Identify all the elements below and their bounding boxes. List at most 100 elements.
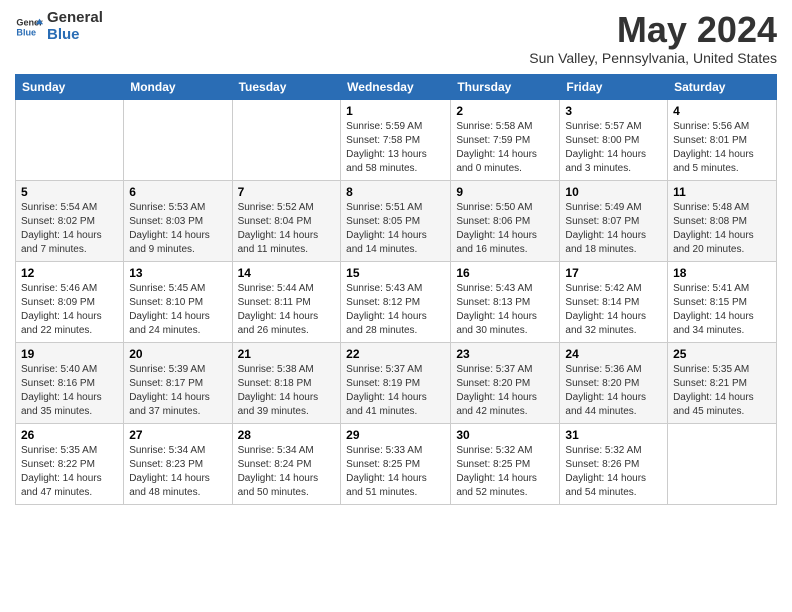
week-row-5: 26 Sunrise: 5:35 AMSunset: 8:22 PMDayligh… [16,423,777,504]
day-cell: 26 Sunrise: 5:35 AMSunset: 8:22 PMDayligh… [16,423,124,504]
weekday-header-tuesday: Tuesday [232,74,341,99]
weekday-header-friday: Friday [560,74,668,99]
weekday-header-wednesday: Wednesday [341,74,451,99]
day-cell: 21 Sunrise: 5:38 AMSunset: 8:18 PMDayligh… [232,342,341,423]
day-cell: 12Sunrise: 5:46 AMSunset: 8:09 PMDayligh… [16,261,124,342]
page-header: General Blue General Blue May 2024 Sun V… [15,10,777,66]
day-cell: 2Sunrise: 5:58 AMSunset: 7:59 PMDaylight… [451,99,560,180]
day-number: 24 [565,347,662,361]
day-info: Sunrise: 5:40 AMSunset: 8:16 PMDaylight:… [21,363,118,419]
day-cell: 24 Sunrise: 5:36 AMSunset: 8:20 PMDayligh… [560,342,668,423]
day-number: 22 [346,347,445,361]
day-number: 26 [21,428,118,442]
day-info: Sunrise: 5:53 AMSunset: 8:03 PMDaylight:… [129,201,226,257]
day-cell: 27 Sunrise: 5:34 AMSunset: 8:23 PMDayligh… [124,423,232,504]
day-number: 5 [21,185,118,199]
weekday-header-sunday: Sunday [16,74,124,99]
title-block: May 2024 Sun Valley, Pennsylvania, Unite… [529,10,777,66]
day-info: Sunrise: 5:39 AMSunset: 8:17 PMDaylight:… [129,363,226,419]
day-number: 29 [346,428,445,442]
location-title: Sun Valley, Pennsylvania, United States [529,50,777,66]
day-cell: 3 Sunrise: 5:57 AMSunset: 8:00 PMDaylight… [560,99,668,180]
day-info: Sunrise: 5:48 AMSunset: 8:08 PMDaylight:… [673,201,771,257]
day-number: 2 [456,104,554,118]
day-cell: 31 Sunrise: 5:32 AMSunset: 8:26 PMDayligh… [560,423,668,504]
day-number: 21 [238,347,336,361]
logo-general-text: General [47,10,103,27]
day-cell: 6Sunrise: 5:53 AMSunset: 8:03 PMDaylight… [124,180,232,261]
week-row-4: 19 Sunrise: 5:40 AMSunset: 8:16 PMDayligh… [16,342,777,423]
day-number: 9 [456,185,554,199]
day-cell [16,99,124,180]
day-info: Sunrise: 5:32 AMSunset: 8:25 PMDaylight:… [456,444,554,500]
day-number: 18 [673,266,771,280]
day-info: Sunrise: 5:59 AMSunset: 7:58 PMDaylight:… [346,120,445,176]
day-number: 17 [565,266,662,280]
day-info: Sunrise: 5:34 AMSunset: 8:23 PMDaylight:… [129,444,226,500]
day-info: Sunrise: 5:42 AMSunset: 8:14 PMDaylight:… [565,282,662,338]
day-number: 25 [673,347,771,361]
day-info: Sunrise: 5:51 AMSunset: 8:05 PMDaylight:… [346,201,445,257]
day-number: 27 [129,428,226,442]
day-cell: 20 Sunrise: 5:39 AMSunset: 8:17 PMDayligh… [124,342,232,423]
day-info: Sunrise: 5:52 AMSunset: 8:04 PMDaylight:… [238,201,336,257]
day-number: 7 [238,185,336,199]
day-number: 20 [129,347,226,361]
day-info: Sunrise: 5:37 AMSunset: 8:19 PMDaylight:… [346,363,445,419]
weekday-header-row: SundayMondayTuesdayWednesdayThursdayFrid… [16,74,777,99]
day-cell: 16 Sunrise: 5:43 AMSunset: 8:13 PMDayligh… [451,261,560,342]
day-number: 28 [238,428,336,442]
day-cell: 8 Sunrise: 5:51 AMSunset: 8:05 PMDaylight… [341,180,451,261]
day-cell: 13 Sunrise: 5:45 AMSunset: 8:10 PMDayligh… [124,261,232,342]
day-cell: 23 Sunrise: 5:37 AMSunset: 8:20 PMDayligh… [451,342,560,423]
day-number: 23 [456,347,554,361]
day-number: 19 [21,347,118,361]
day-info: Sunrise: 5:35 AMSunset: 8:21 PMDaylight:… [673,363,771,419]
svg-text:Blue: Blue [16,27,36,37]
weekday-header-thursday: Thursday [451,74,560,99]
week-row-1: 1Sunrise: 5:59 AMSunset: 7:58 PMDaylight… [16,99,777,180]
day-number: 13 [129,266,226,280]
day-cell [124,99,232,180]
day-info: Sunrise: 5:54 AMSunset: 8:02 PMDaylight:… [21,201,118,257]
day-number: 8 [346,185,445,199]
day-info: Sunrise: 5:57 AMSunset: 8:00 PMDaylight:… [565,120,662,176]
day-info: Sunrise: 5:34 AMSunset: 8:24 PMDaylight:… [238,444,336,500]
day-cell: 15Sunrise: 5:43 AMSunset: 8:12 PMDayligh… [341,261,451,342]
day-cell: 5 Sunrise: 5:54 AMSunset: 8:02 PMDaylight… [16,180,124,261]
day-info: Sunrise: 5:50 AMSunset: 8:06 PMDaylight:… [456,201,554,257]
day-cell: 30 Sunrise: 5:32 AMSunset: 8:25 PMDayligh… [451,423,560,504]
day-cell: 1Sunrise: 5:59 AMSunset: 7:58 PMDaylight… [341,99,451,180]
day-number: 3 [565,104,662,118]
day-number: 30 [456,428,554,442]
day-cell: 19 Sunrise: 5:40 AMSunset: 8:16 PMDayligh… [16,342,124,423]
day-info: Sunrise: 5:45 AMSunset: 8:10 PMDaylight:… [129,282,226,338]
day-info: Sunrise: 5:38 AMSunset: 8:18 PMDaylight:… [238,363,336,419]
logo: General Blue General Blue [15,10,103,43]
day-cell: 4Sunrise: 5:56 AMSunset: 8:01 PMDaylight… [668,99,777,180]
weekday-header-monday: Monday [124,74,232,99]
day-cell: 10Sunrise: 5:49 AMSunset: 8:07 PMDayligh… [560,180,668,261]
day-cell: 7 Sunrise: 5:52 AMSunset: 8:04 PMDaylight… [232,180,341,261]
day-info: Sunrise: 5:43 AMSunset: 8:13 PMDaylight:… [456,282,554,338]
day-info: Sunrise: 5:41 AMSunset: 8:15 PMDaylight:… [673,282,771,338]
day-cell: 18 Sunrise: 5:41 AMSunset: 8:15 PMDayligh… [668,261,777,342]
calendar-table: SundayMondayTuesdayWednesdayThursdayFrid… [15,74,777,505]
day-cell: 11Sunrise: 5:48 AMSunset: 8:08 PMDayligh… [668,180,777,261]
day-info: Sunrise: 5:36 AMSunset: 8:20 PMDaylight:… [565,363,662,419]
day-info: Sunrise: 5:37 AMSunset: 8:20 PMDaylight:… [456,363,554,419]
day-info: Sunrise: 5:49 AMSunset: 8:07 PMDaylight:… [565,201,662,257]
day-info: Sunrise: 5:46 AMSunset: 8:09 PMDaylight:… [21,282,118,338]
weekday-header-saturday: Saturday [668,74,777,99]
day-number: 16 [456,266,554,280]
week-row-2: 5 Sunrise: 5:54 AMSunset: 8:02 PMDaylight… [16,180,777,261]
day-number: 31 [565,428,662,442]
week-row-3: 12Sunrise: 5:46 AMSunset: 8:09 PMDayligh… [16,261,777,342]
day-cell [668,423,777,504]
day-cell: 17 Sunrise: 5:42 AMSunset: 8:14 PMDayligh… [560,261,668,342]
day-info: Sunrise: 5:32 AMSunset: 8:26 PMDaylight:… [565,444,662,500]
day-info: Sunrise: 5:35 AMSunset: 8:22 PMDaylight:… [21,444,118,500]
day-number: 15 [346,266,445,280]
day-cell: 9 Sunrise: 5:50 AMSunset: 8:06 PMDaylight… [451,180,560,261]
logo-blue-text: Blue [47,27,103,44]
